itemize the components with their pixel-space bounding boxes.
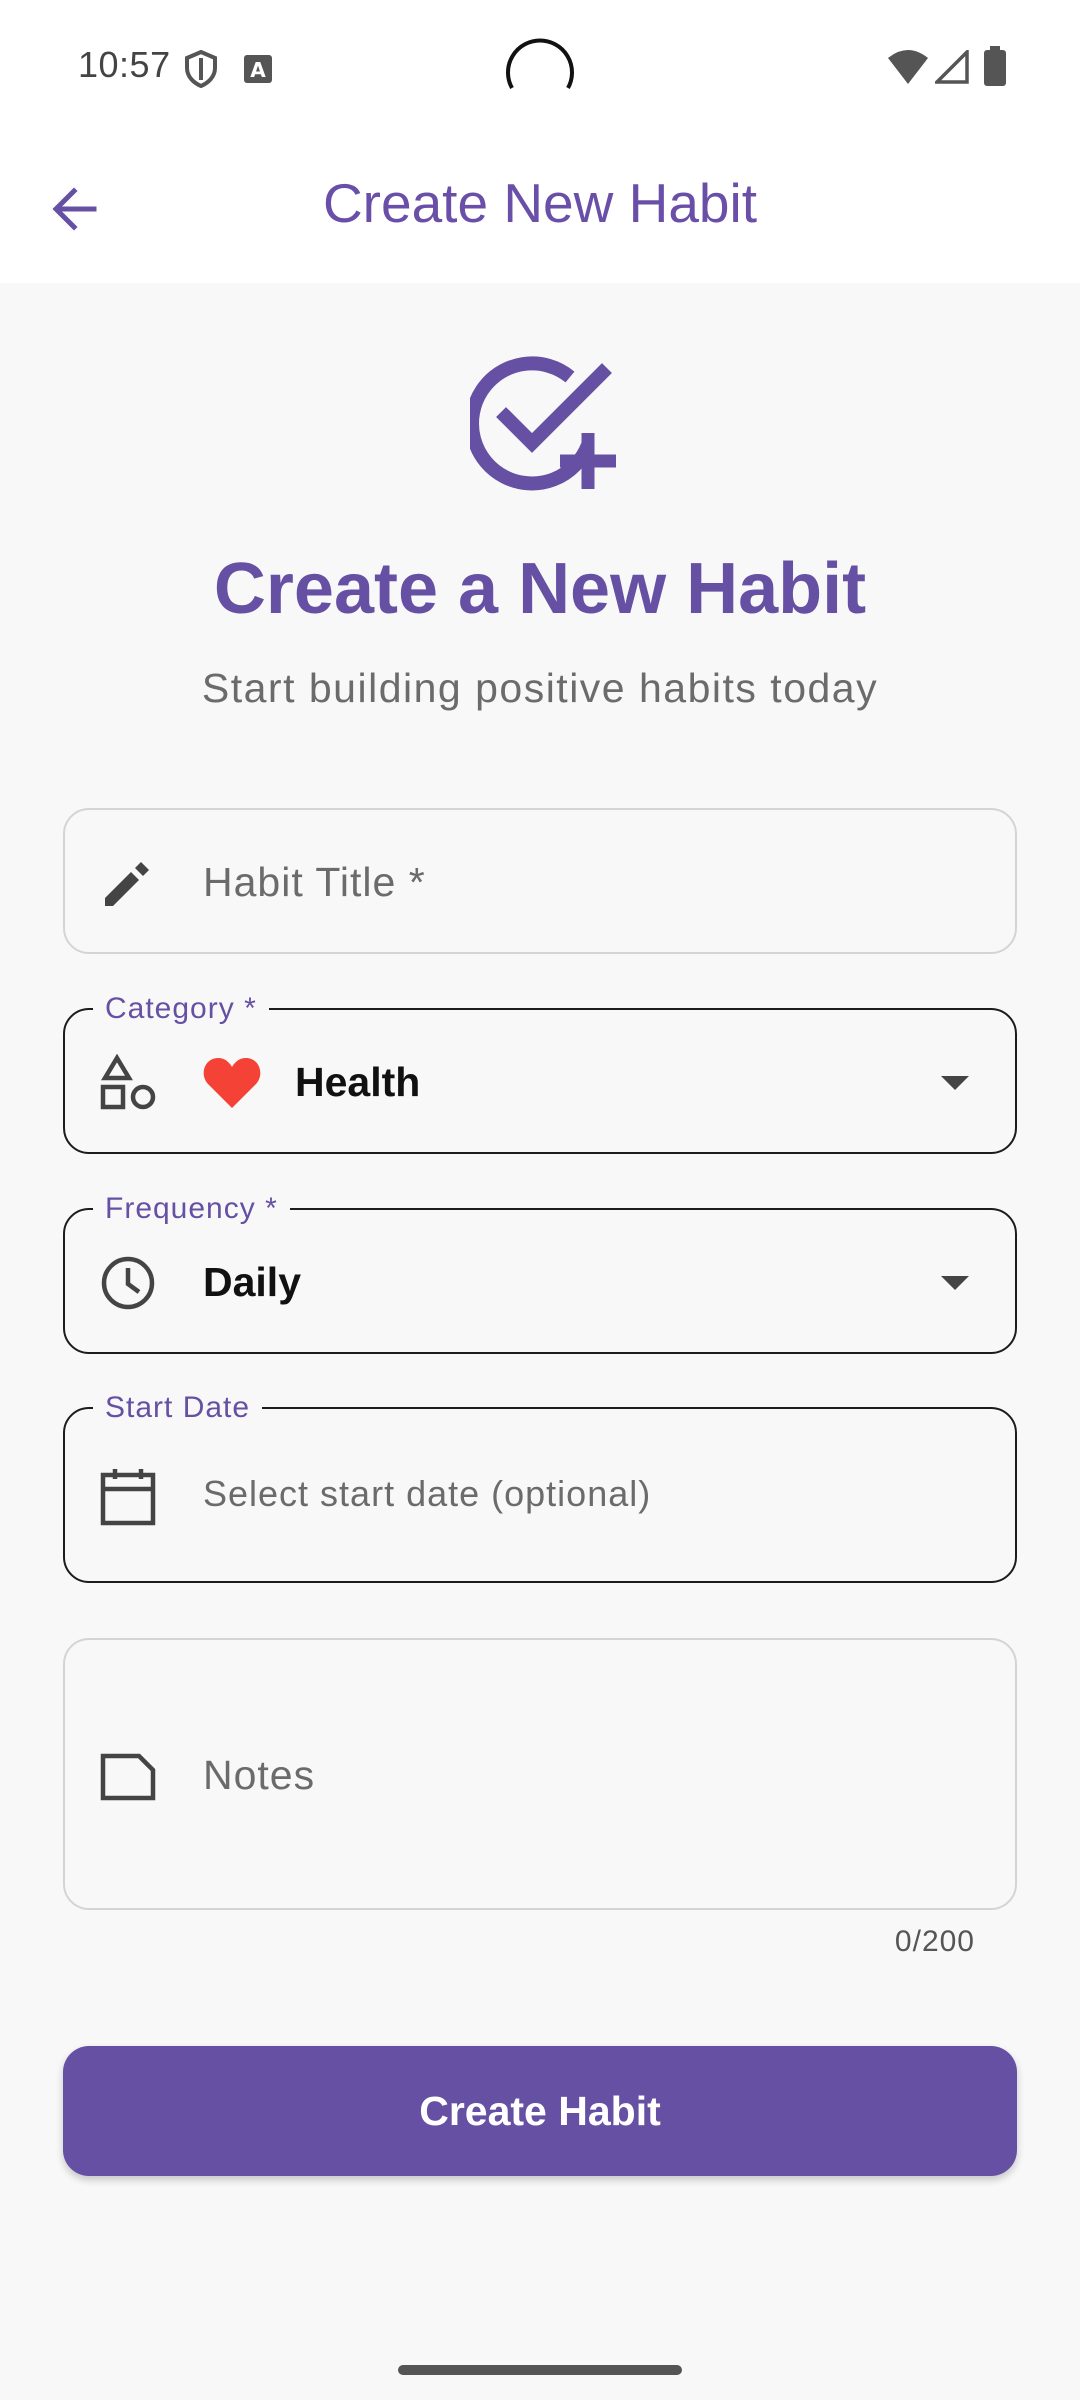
shapes-icon [100, 1054, 156, 1110]
frequency-dropdown[interactable]: Frequency * Daily [63, 1191, 1017, 1354]
status-bar: 10:57 A [0, 0, 1080, 135]
chevron-down-icon [941, 1276, 969, 1290]
frequency-value: Daily [203, 1259, 301, 1305]
create-habit-button[interactable]: Create Habit [63, 2046, 1017, 2176]
habit-title-placeholder: Habit Title * [203, 859, 426, 905]
notes-char-counter: 0/200 [894, 1925, 975, 1958]
start-date-field[interactable]: Start Date Select start date (optional) [63, 1390, 1017, 1583]
signal-icon [935, 50, 969, 84]
pencil-icon [105, 862, 149, 906]
habit-title-field[interactable]: Habit Title * [63, 808, 1017, 954]
chevron-down-icon [941, 1076, 969, 1090]
a-badge-icon: A [244, 55, 272, 83]
frequency-label: Frequency * [93, 1191, 290, 1227]
home-indicator[interactable] [398, 2365, 682, 2375]
page-title: Create New Habit [322, 172, 758, 234]
check-circle-plus-icon [470, 356, 616, 491]
wifi-icon [888, 50, 928, 84]
svg-text:A: A [250, 58, 266, 82]
start-date-label: Start Date [93, 1390, 263, 1426]
clock-icon [101, 1256, 155, 1310]
heart-icon [203, 1058, 261, 1108]
category-value: Health [295, 1059, 421, 1105]
note-icon [100, 1753, 156, 1801]
shield-icon [185, 50, 217, 88]
hero-subtitle: Start building positive habits today [201, 665, 879, 711]
notes-placeholder: Notes [203, 1752, 316, 1798]
calendar-icon [100, 1469, 156, 1526]
battery-icon [984, 46, 1006, 86]
category-label: Category * [93, 991, 269, 1027]
status-time: 10:57 [78, 44, 171, 85]
hero-title: Create a New Habit [213, 549, 867, 629]
category-dropdown[interactable]: Category * Health [63, 991, 1017, 1154]
notes-field[interactable]: Notes [63, 1638, 1017, 1910]
app-bar: Create New Habit [0, 135, 1080, 283]
start-date-placeholder: Select start date (optional) [203, 1473, 652, 1514]
loading-spinner [506, 38, 574, 89]
